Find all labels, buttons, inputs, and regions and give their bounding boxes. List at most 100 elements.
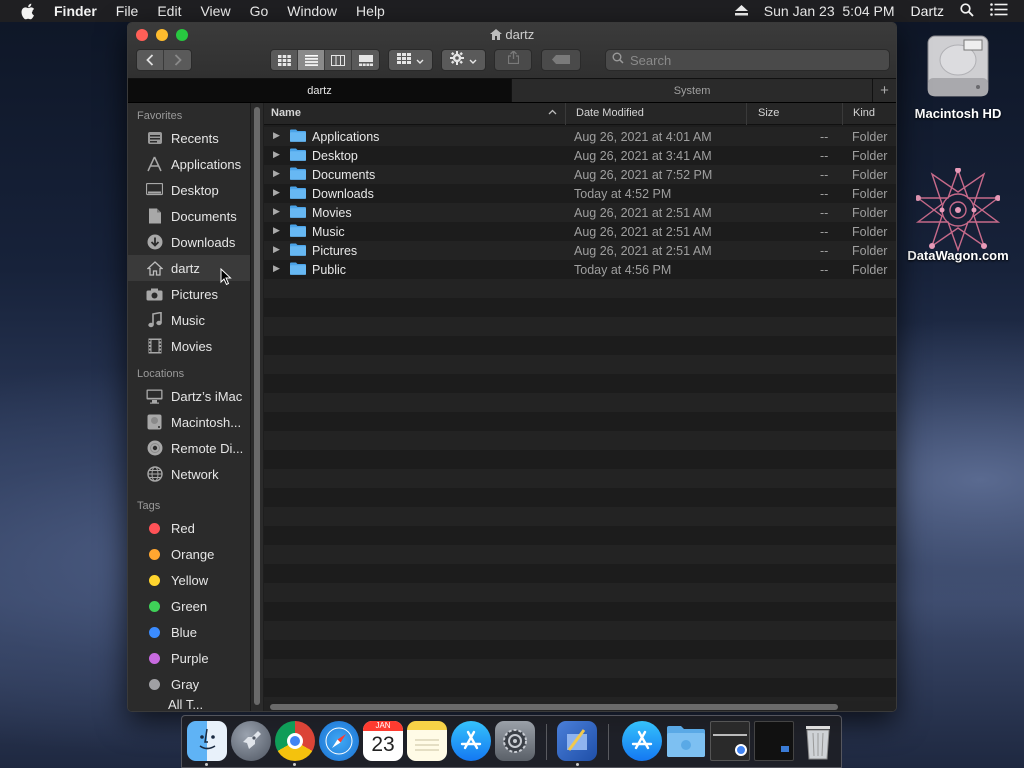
sidebar-item-downloads[interactable]: Downloads xyxy=(128,229,250,255)
sidebar-item-macintosh-hd[interactable]: Macintosh... xyxy=(128,409,250,435)
disclosure-triangle-icon[interactable]: ▶ xyxy=(273,187,280,198)
sidebar-item-network[interactable]: Network xyxy=(128,461,250,487)
sidebar-scrollbar[interactable] xyxy=(250,103,263,711)
icon-view-icon[interactable] xyxy=(271,50,298,70)
spotlight-search-icon[interactable] xyxy=(960,2,974,20)
edit-tags-button[interactable] xyxy=(541,49,581,71)
menu-file[interactable]: File xyxy=(116,3,139,19)
sidebar-item-label: Recents xyxy=(171,130,219,146)
table-row[interactable]: ▶ Movies Aug 26, 2021 at 2:51 AM -- Fold… xyxy=(264,203,896,222)
sidebar-item-applications[interactable]: Applications xyxy=(128,151,250,177)
notes-icon[interactable] xyxy=(407,721,447,761)
file-size: -- xyxy=(820,205,829,220)
disclosure-triangle-icon[interactable]: ▶ xyxy=(273,225,280,236)
scrollbar-thumb[interactable] xyxy=(270,704,838,710)
search-field[interactable] xyxy=(605,49,890,71)
launchpad-icon[interactable] xyxy=(231,721,271,761)
folder-icon[interactable] xyxy=(666,721,706,761)
system-preferences-icon[interactable] xyxy=(495,721,535,761)
safari-icon[interactable] xyxy=(319,721,359,761)
file-size: -- xyxy=(820,262,829,277)
search-input[interactable] xyxy=(630,52,870,68)
menu-help[interactable]: Help xyxy=(356,3,385,19)
sidebar-tag-yellow[interactable]: Yellow xyxy=(128,567,250,593)
chrome-window-icon[interactable] xyxy=(710,721,750,761)
disclosure-triangle-icon[interactable]: ▶ xyxy=(273,206,280,217)
menu-edit[interactable]: Edit xyxy=(157,3,181,19)
apple-icon[interactable] xyxy=(20,3,38,20)
sort-ascending-icon[interactable] xyxy=(548,106,557,118)
menu-view[interactable]: View xyxy=(200,3,230,19)
home-icon xyxy=(489,27,506,42)
sidebar-tag-orange[interactable]: Orange xyxy=(128,541,250,567)
table-row[interactable]: ▶ Pictures Aug 26, 2021 at 2:51 AM -- Fo… xyxy=(264,241,896,260)
sidebar-item-remote-disc[interactable]: Remote Di... xyxy=(128,435,250,461)
tab-dartz[interactable]: dartz xyxy=(128,79,511,102)
action-button[interactable] xyxy=(441,49,486,71)
sidebar-tag-all-tags[interactable]: All T... xyxy=(128,697,250,711)
finder-icon[interactable] xyxy=(187,721,227,761)
scrollbar-thumb[interactable] xyxy=(254,107,260,705)
column-header-kind[interactable]: Kind xyxy=(853,107,875,119)
screen-window-icon[interactable] xyxy=(754,721,794,761)
xcode-instruments-icon[interactable] xyxy=(557,721,597,761)
table-row[interactable]: ▶ Public Today at 4:56 PM -- Folder xyxy=(264,260,896,279)
column-header-date-modified[interactable]: Date Modified xyxy=(576,107,644,119)
menu-go[interactable]: Go xyxy=(250,3,269,19)
sidebar-item-label: Orange xyxy=(171,546,215,562)
group-by-button[interactable] xyxy=(388,49,433,71)
sidebar-item-desktop[interactable]: Desktop xyxy=(128,177,250,203)
desktop-icon xyxy=(146,182,163,199)
sidebar-item-music[interactable]: Music xyxy=(128,307,250,333)
sidebar-tag-gray[interactable]: Gray xyxy=(128,671,250,697)
chrome-icon[interactable] xyxy=(275,721,315,761)
disclosure-triangle-icon[interactable]: ▶ xyxy=(273,149,280,160)
sidebar-tag-purple[interactable]: Purple xyxy=(128,645,250,671)
menu-app-name[interactable]: Finder xyxy=(54,3,97,19)
sidebar-item-imac[interactable]: Dartz’s iMac xyxy=(128,383,250,409)
disclosure-triangle-icon[interactable]: ▶ xyxy=(273,244,280,255)
eject-icon[interactable] xyxy=(734,3,748,19)
horizontal-scrollbar[interactable] xyxy=(264,701,896,711)
app-store-icon[interactable] xyxy=(451,721,491,761)
column-view-icon[interactable] xyxy=(325,50,352,70)
disclosure-triangle-icon[interactable]: ▶ xyxy=(273,168,280,179)
calendar-icon[interactable]: JAN 23 xyxy=(363,721,403,761)
tab-system[interactable]: System xyxy=(511,79,873,102)
tab-bar: dartz System + xyxy=(128,79,896,103)
column-header-name[interactable]: Name xyxy=(271,107,301,119)
forward-button[interactable] xyxy=(164,50,191,70)
disclosure-triangle-icon[interactable]: ▶ xyxy=(273,130,280,141)
desktop-icon-macintosh-hd[interactable]: Macintosh HD xyxy=(903,32,1013,121)
file-name: Documents xyxy=(312,167,376,182)
menu-datetime[interactable]: Sun Jan 23 5:04 PM xyxy=(764,3,895,19)
file-kind: Folder xyxy=(852,167,888,182)
gallery-view-icon[interactable] xyxy=(352,50,379,70)
title-bar: dartz xyxy=(128,23,896,79)
desktop-icon-datawagon[interactable]: DataWagon.com xyxy=(903,167,1013,263)
disclosure-triangle-icon[interactable]: ▶ xyxy=(273,263,280,274)
menu-window[interactable]: Window xyxy=(287,3,337,19)
app-store-icon[interactable] xyxy=(622,721,662,761)
menu-user[interactable]: Dartz xyxy=(911,3,944,19)
sidebar-item-documents[interactable]: Documents xyxy=(128,203,250,229)
table-row[interactable]: ▶ Music Aug 26, 2021 at 2:51 AM -- Folde… xyxy=(264,222,896,241)
table-row[interactable]: ▶ Applications Aug 26, 2021 at 4:01 AM -… xyxy=(264,127,896,146)
share-button[interactable] xyxy=(494,49,532,71)
table-row[interactable]: ▶ Desktop Aug 26, 2021 at 3:41 AM -- Fol… xyxy=(264,146,896,165)
sidebar-tag-green[interactable]: Green xyxy=(128,593,250,619)
sidebar-item-movies[interactable]: Movies xyxy=(128,333,250,359)
back-button[interactable] xyxy=(137,50,164,70)
notification-center-icon[interactable] xyxy=(990,3,1008,19)
table-row[interactable]: ▶ Downloads Today at 4:52 PM -- Folder xyxy=(264,184,896,203)
trash-icon[interactable] xyxy=(798,721,838,761)
file-kind: Folder xyxy=(852,148,888,163)
sidebar-tag-red[interactable]: Red xyxy=(128,515,250,541)
sidebar: Favorites Recents Applications Desktop D… xyxy=(128,103,250,711)
sidebar-tag-blue[interactable]: Blue xyxy=(128,619,250,645)
sidebar-item-recents[interactable]: Recents xyxy=(128,125,250,151)
list-view-icon[interactable] xyxy=(298,50,325,70)
new-tab-button[interactable]: + xyxy=(872,79,896,102)
table-row[interactable]: ▶ Documents Aug 26, 2021 at 7:52 PM -- F… xyxy=(264,165,896,184)
column-header-size[interactable]: Size xyxy=(758,107,779,119)
